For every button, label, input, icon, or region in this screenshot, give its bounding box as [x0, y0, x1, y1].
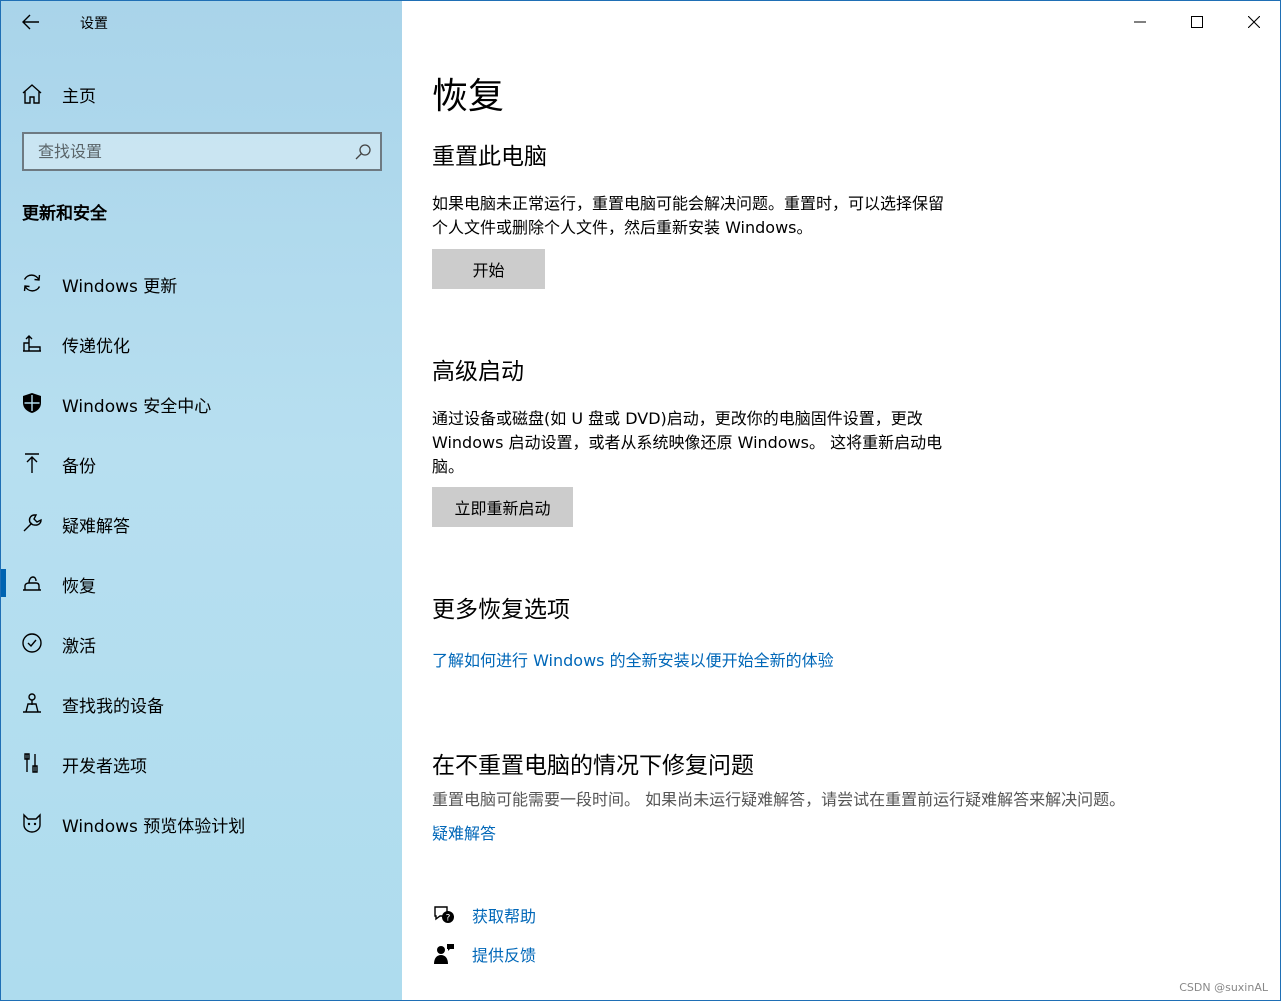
reset-start-button[interactable]: 开始	[432, 249, 545, 289]
get-help-link[interactable]: ? 获取帮助	[432, 900, 536, 930]
advanced-startup-description-line: 通过设备或磁盘(如 U 盘或 DVD)启动，更改你的电脑固件设置，更改	[432, 409, 923, 428]
sidebar-item-label: 激活	[62, 637, 96, 657]
watermark: CSDN @suxinAL	[1179, 981, 1268, 994]
search-input[interactable]	[24, 134, 344, 169]
developer-tools-icon	[24, 753, 38, 773]
svg-text:?: ?	[446, 914, 451, 924]
app-title: 设置	[80, 16, 108, 32]
close-button[interactable]	[1225, 1, 1280, 43]
sidebar-section-title: 更新和安全	[22, 204, 107, 224]
sidebar-item-home[interactable]: 主页	[1, 73, 402, 113]
back-arrow-icon	[22, 14, 39, 30]
sidebar-item-label: 疑难解答	[62, 517, 130, 537]
backup-upload-icon	[25, 453, 39, 473]
fix-without-reset-heading: 在不重置电脑的情况下修复问题	[432, 753, 754, 779]
find-device-icon	[23, 693, 41, 713]
advanced-startup-description: 通过设备或磁盘(如 U 盘或 DVD)启动，更改你的电脑固件设置，更改 Wind…	[432, 407, 942, 479]
advanced-startup-heading: 高级启动	[432, 359, 524, 385]
sidebar-item-troubleshoot[interactable]: 疑难解答	[1, 493, 402, 553]
sidebar-item-label: Windows 预览体验计划	[62, 817, 246, 837]
settings-window: 设置 主页 更新和安全 Windows 更新	[0, 0, 1281, 1001]
sidebar-item-developer-options[interactable]: 开发者选项	[1, 733, 402, 793]
wrench-icon	[23, 514, 42, 532]
reset-pc-description-line: 个人文件或删除个人文件，然后重新安装 Windows。	[432, 218, 813, 237]
back-button[interactable]	[13, 5, 49, 39]
minimize-icon	[1133, 21, 1146, 23]
troubleshoot-link[interactable]: 疑难解答	[432, 820, 496, 844]
sidebar-item-backup[interactable]: 备份	[1, 433, 402, 493]
minimize-button[interactable]	[1111, 1, 1168, 43]
advanced-startup-description-line: 脑。	[432, 457, 465, 476]
sidebar-item-windows-update[interactable]: Windows 更新	[1, 253, 402, 313]
help-chat-icon: ?	[434, 906, 454, 924]
main-content: 恢复 重置此电脑 如果电脑未正常运行，重置电脑可能会解决问题。重置时，可以选择保…	[402, 1, 1280, 1000]
sidebar-item-label: 开发者选项	[62, 757, 147, 777]
sidebar-item-label: 恢复	[62, 577, 96, 597]
feedback-person-icon	[434, 944, 454, 964]
sidebar-item-recovery[interactable]: 恢复	[1, 553, 402, 613]
insider-cat-icon	[23, 813, 41, 833]
title-bar: 设置	[1, 1, 402, 43]
delivery-optimization-icon	[23, 335, 41, 352]
recovery-icon	[23, 576, 41, 591]
sidebar-item-label: 查找我的设备	[62, 697, 164, 717]
sidebar-item-insider-program[interactable]: Windows 预览体验计划	[1, 793, 402, 853]
more-recovery-options-heading: 更多恢复选项	[432, 597, 570, 623]
feedback-label: 提供反馈	[472, 946, 537, 965]
close-icon	[1247, 16, 1260, 28]
shield-icon	[23, 393, 41, 413]
sidebar-item-delivery-optimization[interactable]: 传递优化	[1, 313, 402, 373]
restart-now-button[interactable]: 立即重新启动	[432, 487, 573, 527]
sidebar: 设置 主页 更新和安全 Windows 更新	[1, 1, 402, 1000]
reset-pc-description: 如果电脑未正常运行，重置电脑可能会解决问题。重置时，可以选择保留 个人文件或删除…	[432, 192, 944, 240]
sidebar-item-activation[interactable]: 激活	[1, 613, 402, 673]
advanced-startup-description-line: Windows 启动设置，或者从系统映像还原 Windows。 这将重新启动电	[432, 433, 943, 452]
window-controls	[1111, 1, 1280, 43]
sidebar-item-label: 主页	[62, 87, 96, 107]
reset-pc-heading: 重置此电脑	[432, 144, 547, 170]
get-help-label: 获取帮助	[472, 907, 537, 926]
sidebar-item-label: Windows 安全中心	[62, 397, 212, 417]
maximize-button[interactable]	[1168, 1, 1225, 43]
sidebar-item-label: 备份	[62, 457, 96, 477]
home-icon	[22, 84, 42, 104]
maximize-icon	[1190, 16, 1203, 28]
fresh-install-link[interactable]: 了解如何进行 Windows 的全新安装以便开始全新的体验	[432, 647, 834, 671]
reset-pc-description-line: 如果电脑未正常运行，重置电脑可能会解决问题。重置时，可以选择保留	[432, 194, 945, 213]
search-box[interactable]	[22, 132, 382, 171]
sidebar-item-find-my-device[interactable]: 查找我的设备	[1, 673, 402, 733]
sync-icon	[23, 274, 41, 292]
sidebar-item-label: 传递优化	[62, 337, 130, 357]
feedback-link[interactable]: 提供反馈	[432, 939, 536, 969]
selected-indicator	[1, 569, 6, 597]
check-circle-icon	[22, 633, 42, 653]
sidebar-nav: Windows 更新 传递优化 Windows 安全中心 备份 疑难解答 恢复 …	[1, 253, 402, 853]
sidebar-item-label: Windows 更新	[62, 277, 178, 297]
page-title: 恢复	[432, 76, 505, 117]
sidebar-item-security-center[interactable]: Windows 安全中心	[1, 373, 402, 433]
search-icon	[355, 144, 371, 160]
fix-without-reset-description: 重置电脑可能需要一段时间。 如果尚未运行疑难解答，请尝试在重置前运行疑难解答来解…	[432, 790, 1126, 809]
